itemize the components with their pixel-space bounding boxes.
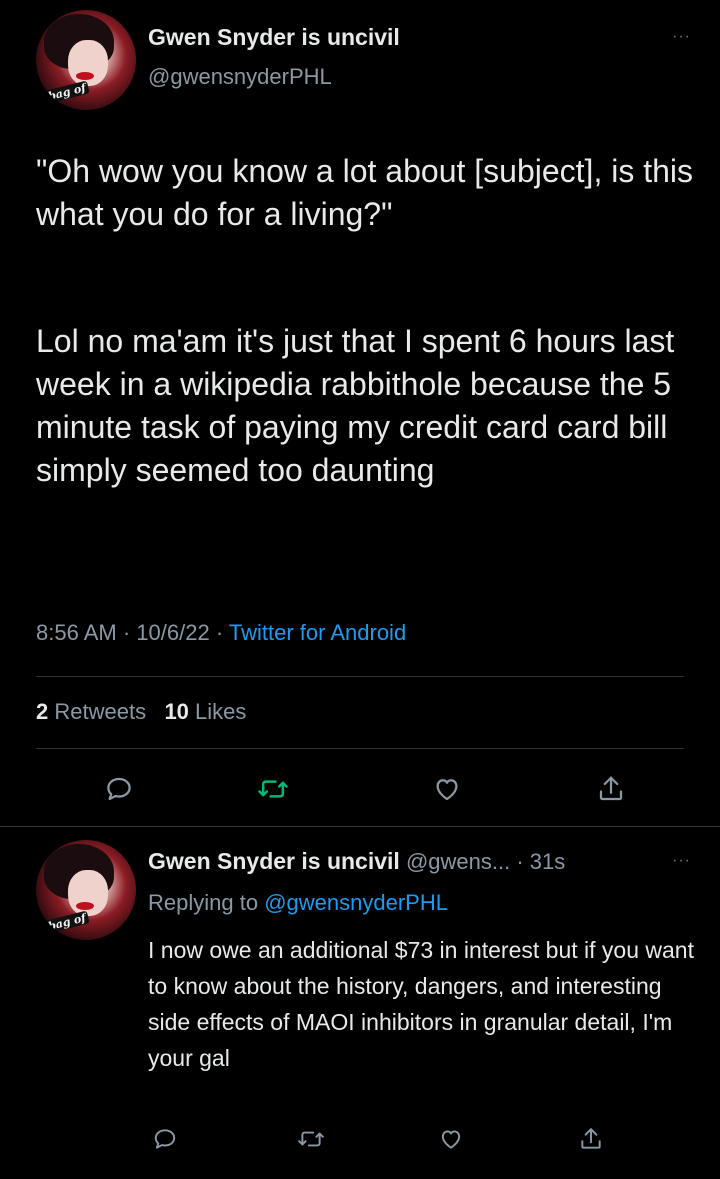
like-icon — [436, 779, 458, 801]
tweet-source-link[interactable]: Twitter for Android — [229, 620, 406, 645]
tweet-text-paragraph-1: "Oh wow you know a lot about [subject], … — [36, 153, 694, 232]
replying-to-handle[interactable]: @gwensnyderPHL — [264, 890, 448, 915]
likes-count: 10 — [164, 699, 189, 724]
share-button[interactable] — [574, 1122, 608, 1156]
reply-author-name[interactable]: Gwen Snyder is uncivil — [148, 848, 400, 874]
tweet-time[interactable]: 8:56 AM — [36, 620, 117, 645]
divider — [0, 826, 720, 827]
divider — [36, 676, 684, 677]
more-icon[interactable]: ··· — [672, 852, 691, 870]
replying-to-label: Replying to — [148, 890, 259, 915]
reply-button[interactable] — [102, 772, 136, 806]
share-icon — [599, 776, 623, 801]
reply-button[interactable] — [148, 1122, 182, 1156]
retweets-count: 2 — [36, 699, 49, 724]
separator: · — [122, 620, 131, 645]
avatar-lips — [76, 72, 94, 80]
tweet-meta: 8:56 AM · 10/6/22 · Twitter for Android — [36, 620, 406, 646]
avatar[interactable]: a bag of — [36, 10, 136, 110]
more-icon[interactable]: ··· — [672, 28, 691, 46]
divider — [36, 748, 684, 749]
likes-label: Likes — [195, 699, 247, 724]
reply-icon — [154, 1129, 176, 1149]
retweet-icon — [298, 1131, 324, 1147]
retweets-stat[interactable]: 2 Retweets — [36, 699, 146, 724]
share-icon — [581, 1128, 601, 1149]
likes-stat[interactable]: 10 Likes — [164, 699, 246, 724]
retweet-button[interactable] — [256, 772, 290, 806]
retweet-icon — [258, 780, 288, 798]
avatar-tag: a bag of — [36, 910, 91, 937]
like-button[interactable] — [430, 772, 464, 806]
retweets-label: Retweets — [54, 699, 147, 724]
avatar-lips — [76, 902, 94, 910]
reply-timestamp[interactable]: 31s — [530, 849, 565, 874]
tweet-date[interactable]: 10/6/22 — [136, 620, 209, 645]
reply-text: I now owe an additional $73 in interest … — [148, 937, 694, 1071]
author-name[interactable]: Gwen Snyder is uncivil — [148, 24, 400, 51]
like-icon — [441, 1130, 461, 1149]
separator: · — [215, 620, 224, 645]
reply-author-handle[interactable]: @gwens... — [406, 849, 510, 874]
reply-header: Gwen Snyder is uncivil @gwens... · 31s — [148, 848, 565, 875]
author-handle[interactable]: @gwensnyderPHL — [148, 64, 332, 90]
reply-icon — [107, 777, 131, 801]
separator: · — [516, 849, 524, 874]
tweet-stats: 2 Retweets 10 Likes — [36, 699, 246, 725]
like-button[interactable] — [434, 1122, 468, 1156]
share-button[interactable] — [594, 772, 628, 806]
avatar-tag: a bag of — [36, 80, 91, 107]
tweet-text-paragraph-2: Lol no ma'am it's just that I spent 6 ho… — [36, 323, 675, 488]
reply-avatar[interactable]: a bag of — [36, 840, 136, 940]
replying-to: Replying to @gwensnyderPHL — [148, 890, 448, 916]
retweet-button[interactable] — [294, 1122, 328, 1156]
